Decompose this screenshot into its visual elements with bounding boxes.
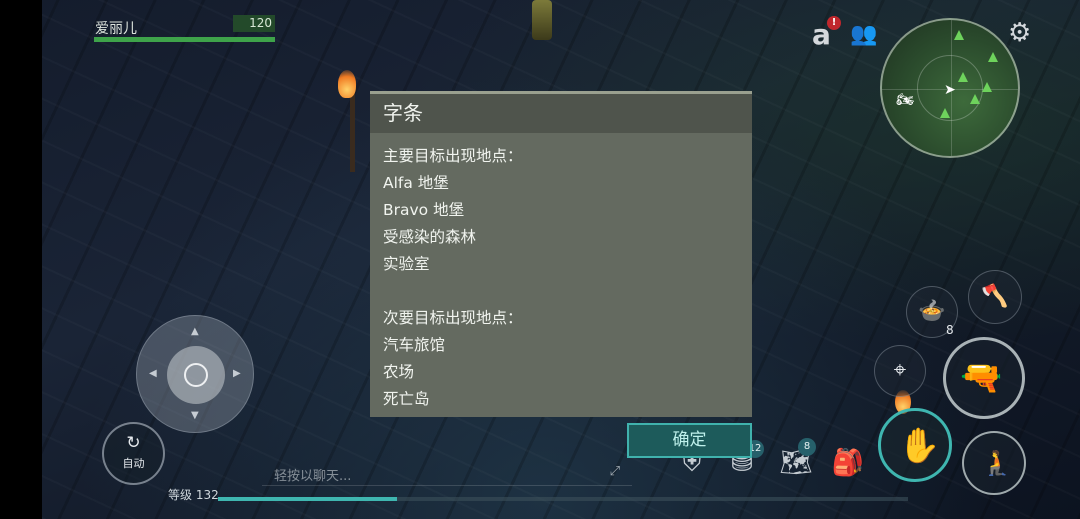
dialog-line: 农场 bbox=[383, 363, 415, 381]
map-badge: 8 bbox=[798, 438, 816, 456]
xp-bar bbox=[218, 497, 908, 501]
dialog-line: 主要目标出现地点： bbox=[383, 147, 523, 165]
dialog-body: 主要目标出现地点： Alfa 地堡 Bravo 地堡 受感染的森林 实验室次要目标出现地… bbox=[370, 133, 752, 423]
friends-icon[interactable]: 👥 bbox=[850, 22, 877, 47]
confirm-button[interactable]: 确定 bbox=[627, 423, 752, 458]
gun-icon: 🔫 bbox=[960, 358, 1003, 398]
melee-button[interactable]: ✋ bbox=[878, 408, 952, 482]
dialog-line: 次要目标出现地点： bbox=[383, 309, 523, 327]
dialog-line: Bravo 地堡 bbox=[383, 201, 465, 219]
refresh-icon: ↻ bbox=[126, 433, 141, 453]
tree-icon bbox=[982, 82, 992, 92]
dialog-line: 受感染的森林 bbox=[383, 228, 477, 246]
dialog-line: Alfa 地堡 bbox=[383, 174, 449, 192]
tool-slot[interactable]: 🪓 bbox=[968, 270, 1022, 324]
level-label: 等级 132 bbox=[168, 488, 219, 502]
crouch-icon: 🧎 bbox=[982, 449, 1012, 477]
player-position-icon: ➤ bbox=[944, 82, 956, 98]
lamp-post bbox=[532, 0, 552, 40]
joystick-center bbox=[184, 363, 208, 387]
chat-input[interactable]: 轻按以聊天... ⤢ bbox=[262, 460, 632, 486]
arrow-right-icon: ▶ bbox=[233, 368, 241, 379]
game-viewport[interactable]: 爱丽儿 120 a ! 👥 ⚙ ➤ 🏍 ▲ ▼ ◀ ▶ ↻ 自动 轻按以聊天..… bbox=[0, 0, 1080, 519]
crouch-button[interactable]: 🧎 bbox=[962, 431, 1026, 495]
player-name: 爱丽儿 bbox=[95, 21, 137, 37]
hand-icon: ✋ bbox=[898, 426, 941, 466]
joystick-knob[interactable] bbox=[167, 346, 225, 404]
tree-icon bbox=[988, 52, 998, 62]
arrow-up-icon: ▲ bbox=[191, 326, 199, 337]
aim-button[interactable]: ⌖ bbox=[874, 345, 926, 397]
torch-pole bbox=[350, 92, 355, 172]
axe-icon: 🪓 bbox=[981, 284, 1009, 309]
dialog-line: 实验室 bbox=[383, 255, 430, 273]
gear-icon[interactable]: ⚙ bbox=[1008, 18, 1031, 48]
motorbike-icon: 🏍 bbox=[896, 92, 914, 108]
weapon-fire-button[interactable]: 🔫 bbox=[943, 337, 1025, 419]
auto-button[interactable]: ↻ 自动 bbox=[102, 422, 165, 485]
xp-bar-fill bbox=[218, 497, 398, 501]
auto-label: 自动 bbox=[122, 457, 145, 470]
tree-icon bbox=[954, 30, 964, 40]
tree-icon bbox=[940, 108, 950, 118]
backpack-icon[interactable]: 🎒 bbox=[830, 445, 866, 481]
minimap[interactable]: ➤ 🏍 bbox=[880, 18, 1020, 158]
chat-placeholder: 轻按以聊天... bbox=[274, 469, 352, 484]
arrow-left-icon: ◀ bbox=[149, 368, 157, 379]
torch-fire bbox=[338, 70, 356, 98]
note-dialog: 字条 主要目标出现地点： Alfa 地堡 Bravo 地堡 受感染的森林 实验室次要目标… bbox=[370, 91, 752, 417]
dialog-line: 死亡岛 bbox=[383, 390, 430, 408]
expand-icon[interactable]: ⤢ bbox=[610, 464, 620, 479]
health-value: 120 bbox=[233, 15, 275, 32]
movement-joystick[interactable]: ▲ ▼ ◀ ▶ bbox=[136, 315, 254, 433]
health-bar bbox=[94, 37, 275, 42]
dialog-line: 汽车旅馆 bbox=[383, 336, 446, 354]
health-bar-fill bbox=[94, 37, 275, 42]
letterbox-bar bbox=[0, 0, 42, 519]
arrow-down-icon: ▼ bbox=[191, 410, 199, 421]
tree-icon bbox=[970, 94, 980, 104]
crosshair-icon: ⌖ bbox=[893, 358, 907, 383]
dialog-spacer bbox=[383, 278, 739, 305]
food-icon: 🍲 bbox=[918, 299, 946, 324]
tree-icon bbox=[958, 72, 968, 82]
ammo-count: 8 bbox=[946, 323, 954, 337]
dialog-title: 字条 bbox=[370, 94, 752, 133]
alert-badge: ! bbox=[827, 16, 841, 30]
